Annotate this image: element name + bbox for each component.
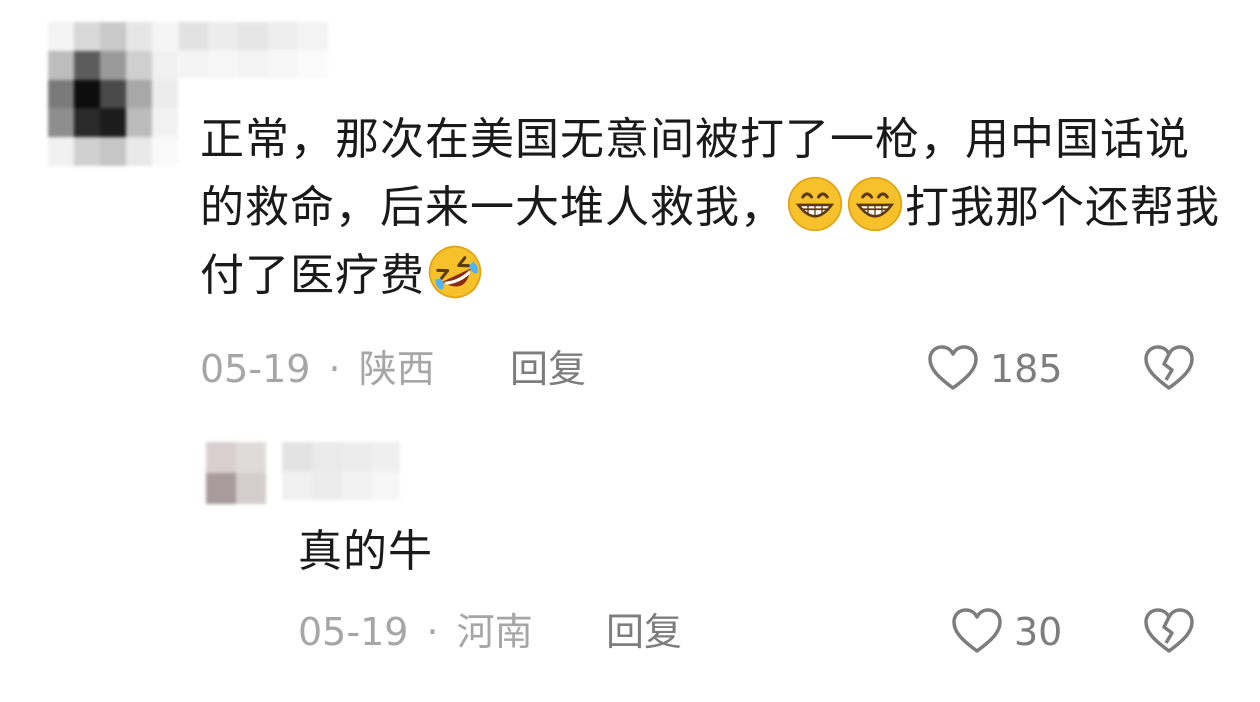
- reply-avatar[interactable]: [206, 442, 266, 504]
- reply-button[interactable]: 回复: [606, 609, 682, 655]
- reply-date: 05-19: [298, 610, 409, 654]
- reply-like-count: 30: [1014, 610, 1063, 654]
- avatar[interactable]: [48, 22, 178, 166]
- comment-date: 05-19: [200, 347, 311, 391]
- reply-text: 真的牛: [298, 526, 433, 577]
- comment-meta: 05-19 · 陕西: [200, 346, 435, 392]
- meta-separator: ·: [426, 610, 439, 654]
- grinning-face-icon: [787, 176, 843, 232]
- like-count: 185: [990, 347, 1063, 391]
- reply-location: 河南: [456, 610, 533, 654]
- heart-icon[interactable]: [926, 342, 980, 394]
- username[interactable]: [178, 22, 328, 78]
- rolling-on-floor-laughing-icon: [428, 245, 482, 299]
- meta-separator: ·: [328, 347, 341, 391]
- comment-location: 陕西: [358, 347, 435, 391]
- grinning-face-icon: [847, 176, 903, 232]
- broken-heart-icon[interactable]: [1142, 605, 1196, 657]
- reply-username[interactable]: [282, 442, 400, 500]
- heart-icon[interactable]: [950, 605, 1004, 657]
- comment-text: 正常，那次在美国无意间被打了一枪，用中国话说的救命，后来一大堆人救我， 打我那个…: [200, 106, 1220, 310]
- reply-button[interactable]: 回复: [510, 346, 586, 392]
- reply-meta: 05-19 · 河南: [298, 609, 533, 655]
- broken-heart-icon[interactable]: [1142, 342, 1196, 394]
